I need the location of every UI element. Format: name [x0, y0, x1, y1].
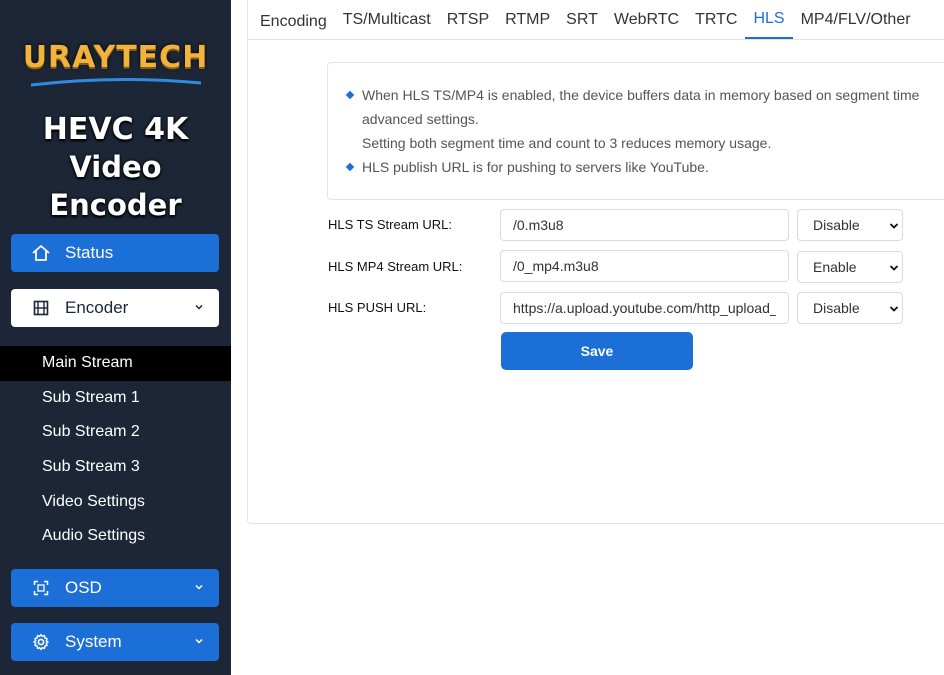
- product-line-1: HEVC 4K: [42, 112, 189, 147]
- tab-trtc[interactable]: TRTC: [687, 1, 745, 39]
- nav-system[interactable]: System: [11, 623, 219, 661]
- film-icon: [31, 298, 51, 318]
- hls-push-state-value: Disable: [813, 300, 860, 316]
- gear-icon: [31, 632, 51, 652]
- hls-notes-box: When HLS TS/MP4 is enabled, the device b…: [327, 62, 944, 200]
- tab-hls[interactable]: HLS: [745, 1, 793, 39]
- submenu-audio-settings[interactable]: Audio Settings: [0, 519, 231, 554]
- note-1-line-2: advanced settings.: [362, 111, 479, 127]
- hls-ts-url-input[interactable]: [500, 209, 789, 241]
- save-button[interactable]: Save: [501, 332, 693, 370]
- chevron-down-icon: [195, 638, 203, 644]
- sidebar: URAYTECH HEVC 4K Video Encoder Status En…: [0, 0, 231, 675]
- nav-osd-label: OSD: [65, 578, 102, 597]
- app-root: URAYTECH HEVC 4K Video Encoder Status En…: [0, 0, 944, 675]
- logo-text: URAYTECH: [22, 40, 209, 75]
- note-2: HLS publish URL is for pushing to server…: [362, 159, 709, 175]
- product-line-2: Video Encoder: [49, 150, 182, 222]
- nav-encoder[interactable]: Encoder: [11, 289, 219, 327]
- hls-ts-state-value: Disable: [813, 217, 860, 233]
- protocol-tabs: Encoding TS/Multicast RTSP RTMP SRT WebR…: [247, 0, 944, 40]
- chevron-down-icon: [195, 304, 203, 310]
- hls-mp4-url-input[interactable]: [500, 250, 789, 282]
- osd-icon: [31, 578, 51, 598]
- hls-ts-state-select[interactable]: Disable: [797, 209, 903, 241]
- submenu-video-settings[interactable]: Video Settings: [0, 484, 231, 519]
- nav-status-label: Status: [65, 243, 114, 262]
- encoder-submenu: Main Stream Sub Stream 1 Sub Stream 2 Su…: [0, 346, 231, 554]
- chevron-down-icon: [889, 265, 899, 271]
- hls-mp4-state-value: Enable: [813, 259, 857, 275]
- home-icon: [31, 243, 51, 263]
- note-1-line-1: When HLS TS/MP4 is enabled, the device b…: [362, 87, 920, 103]
- hls-ts-label: HLS TS Stream URL:: [328, 217, 453, 232]
- tab-rtsp[interactable]: RTSP: [439, 1, 497, 39]
- note-1-line-3: Setting both segment time and count to 3…: [362, 135, 772, 151]
- chevron-down-icon: [889, 223, 899, 229]
- tab-ts-multicast[interactable]: TS/Multicast: [335, 1, 439, 39]
- hls-push-url-input[interactable]: [500, 292, 789, 324]
- hls-mp4-label: HLS MP4 Stream URL:: [328, 259, 463, 274]
- submenu-main-stream[interactable]: Main Stream: [0, 346, 231, 381]
- nav-encoder-label: Encoder: [65, 298, 129, 317]
- submenu-sub-stream-1[interactable]: Sub Stream 1: [0, 381, 231, 416]
- bullet-icon: [345, 90, 355, 100]
- chevron-down-icon: [889, 306, 899, 312]
- tab-mp4-flv-other[interactable]: MP4/FLV/Other: [793, 1, 919, 39]
- hls-push-state-select[interactable]: Disable: [797, 292, 903, 324]
- bullet-icon: [345, 162, 355, 172]
- submenu-sub-stream-2[interactable]: Sub Stream 2: [0, 415, 231, 450]
- logo-swoosh-icon: [30, 77, 201, 87]
- tab-srt[interactable]: SRT: [558, 1, 606, 39]
- chevron-down-icon: [195, 584, 203, 590]
- nav-osd[interactable]: OSD: [11, 569, 219, 607]
- submenu-sub-stream-3[interactable]: Sub Stream 3: [0, 450, 231, 485]
- hls-push-label: HLS PUSH URL:: [328, 300, 427, 315]
- product-title: HEVC 4K Video Encoder: [0, 112, 231, 224]
- tab-webrtc[interactable]: WebRTC: [606, 1, 687, 39]
- tab-encoding[interactable]: Encoding: [248, 1, 335, 39]
- tab-rtmp[interactable]: RTMP: [497, 1, 558, 39]
- hls-mp4-state-select[interactable]: Enable: [797, 251, 903, 283]
- nav-status[interactable]: Status: [11, 234, 219, 272]
- brand-logo: URAYTECH: [0, 40, 231, 87]
- nav-system-label: System: [65, 632, 122, 651]
